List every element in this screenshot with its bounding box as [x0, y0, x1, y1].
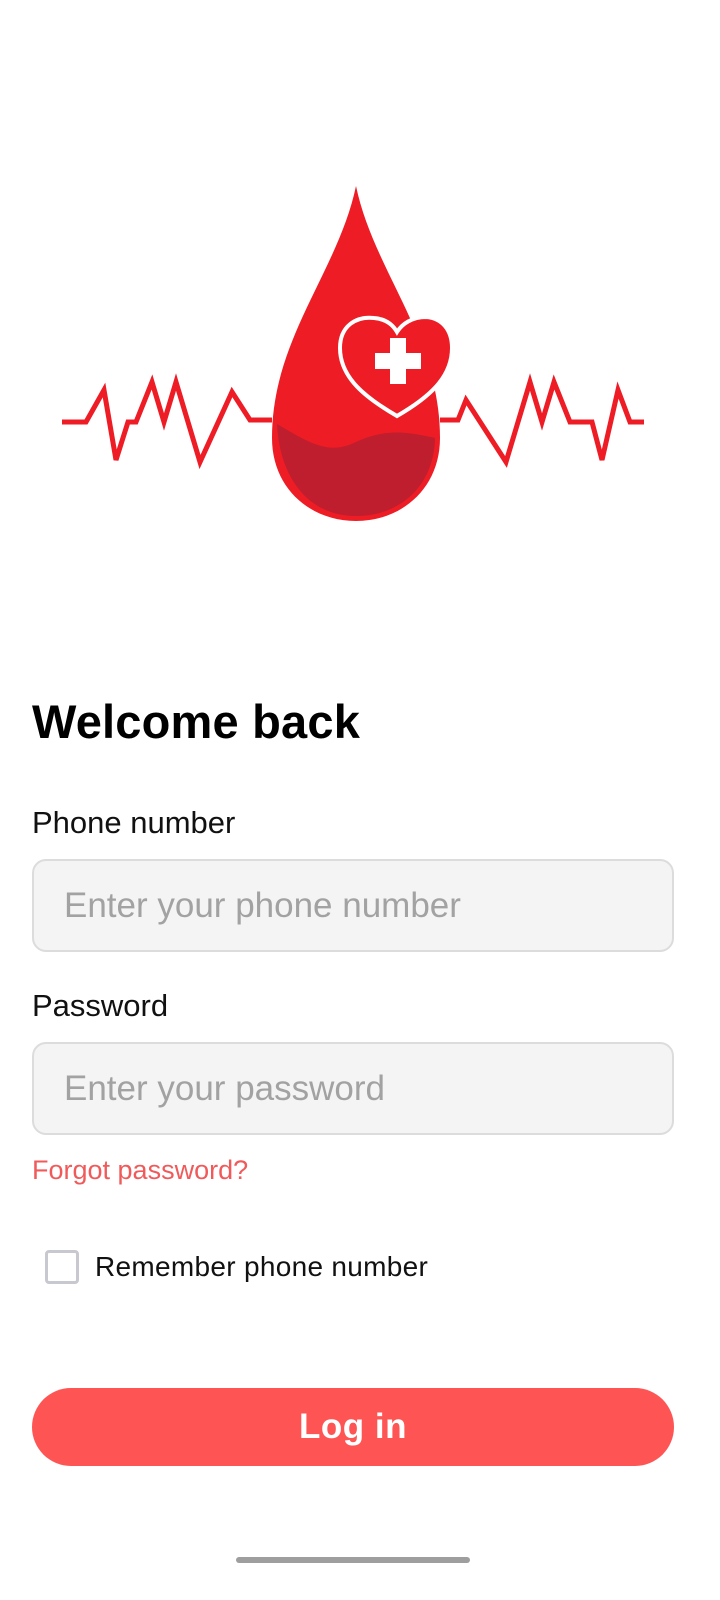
remember-phone-label[interactable]: Remember phone number	[95, 1251, 428, 1283]
phone-number-label: Phone number	[32, 805, 236, 840]
forgot-password-link[interactable]: Forgot password?	[32, 1155, 248, 1186]
plus-icon-horizontal	[375, 353, 421, 369]
password-label: Password	[32, 988, 169, 1023]
heartbeat-line-right	[440, 373, 644, 468]
phone-number-input[interactable]	[32, 859, 674, 952]
blood-drop-heartbeat-logo	[62, 186, 644, 521]
page-title: Welcome back	[32, 695, 361, 748]
remember-phone-checkbox[interactable]	[45, 1250, 79, 1284]
password-input[interactable]	[32, 1042, 674, 1135]
login-screen: Welcome back Phone number Password Forgo…	[0, 0, 720, 1600]
login-button[interactable]: Log in	[32, 1388, 674, 1466]
heartbeat-line-left	[62, 373, 272, 470]
home-indicator[interactable]	[236, 1557, 470, 1563]
